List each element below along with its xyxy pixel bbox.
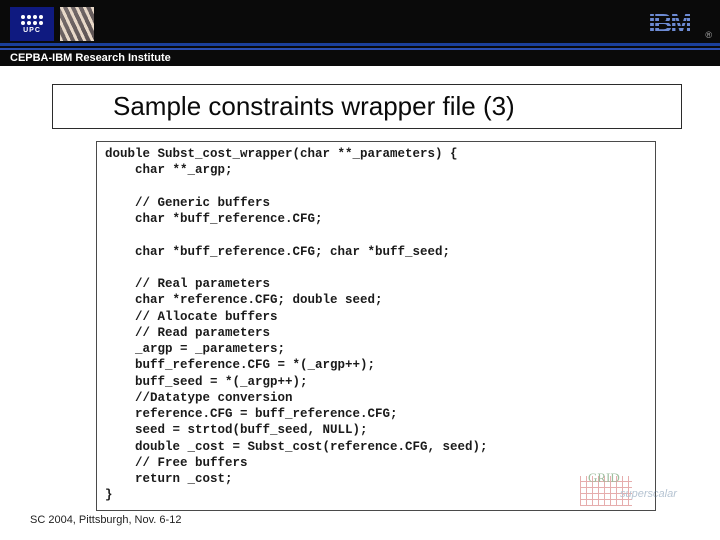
slide-body: Sample constraints wrapper file (3) doub… [0,66,720,511]
upc-logo: UPC [10,7,54,41]
code-block: double Subst_cost_wrapper(char **_parame… [96,141,656,511]
institute-bar: CEPBA-IBM Research Institute [0,48,720,66]
title-box: Sample constraints wrapper file (3) [52,84,682,129]
slide-title: Sample constraints wrapper file (3) [113,91,665,122]
institute-label: CEPBA-IBM Research Institute [10,52,171,64]
header-band: UPC IBM ® [0,0,720,48]
registered-mark: ® [705,30,712,40]
ibm-logo: IBM [648,8,690,39]
footer-text: SC 2004, Pittsburgh, Nov. 6-12 [30,514,181,526]
stripes-logo [60,7,94,41]
